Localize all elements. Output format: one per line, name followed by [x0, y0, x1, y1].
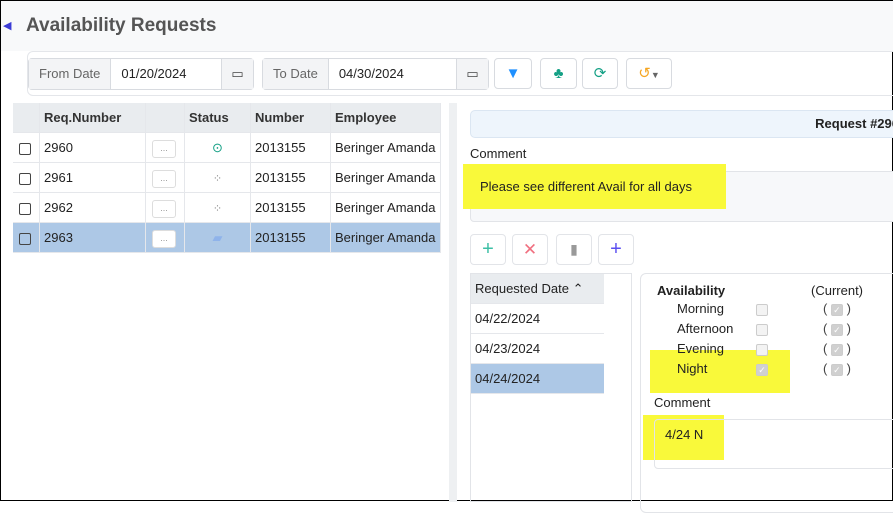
status-pending-icon: ⁘ [185, 193, 251, 222]
availability-label: Availability [657, 283, 726, 298]
add-date-button[interactable]: + [470, 234, 506, 265]
employee-name: Beringer Amanda [331, 133, 441, 162]
details-button[interactable]: ... [152, 229, 176, 248]
status-new-icon: ▰ [185, 223, 251, 252]
table-row[interactable]: 2963 ... ▰ 2013155 Beringer Amanda [13, 223, 441, 253]
shift-label: Morning [677, 301, 724, 316]
to-date-input[interactable]: 04/30/2024 [329, 59, 456, 89]
day-comment-text: 4/24 N [665, 427, 704, 442]
to-date-label: To Date [263, 59, 329, 89]
sort-up-icon: ⌃ [572, 281, 584, 296]
current-label: (Current) [811, 283, 864, 298]
excel-file-icon: ▮ [570, 241, 578, 257]
requests-grid: Req.Number Status Number Employee 2960 .… [13, 103, 441, 253]
caret-down-icon: ▼ [650, 70, 660, 80]
export-excel-button[interactable]: ▮ [556, 234, 592, 265]
availability-panel: Availability (Current) Morning ( ✓ ) Afte… [640, 273, 893, 513]
plus-icon: + [482, 238, 494, 260]
req-number: 2962 [40, 193, 146, 222]
req-number: 2963 [40, 223, 146, 252]
employee-name: Beringer Amanda [331, 193, 441, 222]
check-icon: ✓ [830, 323, 843, 336]
current-evening-indicator: ( ✓ ) [823, 341, 851, 356]
splitter[interactable] [449, 103, 457, 502]
details-button[interactable]: ... [152, 169, 176, 188]
filter-icon: ▼ [505, 65, 521, 82]
request-title: Request #296 [470, 110, 893, 138]
details-button[interactable]: ... [152, 139, 176, 158]
cubes-icon: ♣ [553, 65, 564, 82]
from-date-input[interactable]: 01/20/2024 [111, 59, 221, 89]
row-checkbox[interactable] [19, 202, 31, 215]
employee-number: 2013155 [251, 133, 331, 162]
shift-label: Night [677, 361, 708, 376]
highlight [650, 350, 790, 393]
refresh-button[interactable]: ⟳ [582, 58, 618, 89]
to-date-group: To Date 04/30/2024 ▭ [262, 58, 489, 90]
check-icon: ✓ [830, 303, 843, 316]
col-status[interactable]: Status [185, 103, 251, 132]
employee-number: 2013155 [251, 223, 331, 252]
shift-label: Evening [677, 341, 724, 356]
req-number: 2960 [40, 133, 146, 162]
details-button[interactable]: ... [152, 199, 176, 218]
calendar-icon[interactable]: ▭ [456, 59, 488, 89]
filter-button[interactable]: ▼ [494, 58, 532, 89]
req-number: 2961 [40, 163, 146, 192]
refresh-icon: ⟳ [593, 65, 607, 82]
history-icon: ↺ [638, 65, 651, 82]
history-button[interactable]: ↺▼ [626, 58, 672, 89]
current-morning-indicator: ( ✓ ) [823, 301, 851, 316]
delete-button[interactable]: ✕ [512, 234, 548, 265]
comment-text: Please see different Avail for all days [480, 179, 692, 194]
col-req-number[interactable]: Req.Number [40, 103, 146, 132]
day-comment-label: Comment [654, 395, 711, 410]
employee-name: Beringer Amanda [331, 163, 441, 192]
collapse-icon[interactable]: ◀ [3, 19, 11, 32]
employee-number: 2013155 [251, 163, 331, 192]
dates-header[interactable]: Requested Date ⌃ [471, 274, 604, 304]
col-employee[interactable]: Employee [331, 103, 441, 132]
status-pending-icon: ⁘ [185, 163, 251, 192]
status-approved-icon: ⊙ [185, 133, 251, 162]
shift-afternoon-checkbox[interactable] [756, 324, 768, 336]
shift-evening-checkbox[interactable] [756, 344, 768, 356]
date-row[interactable]: 04/23/2024 [471, 334, 604, 364]
dates-grid: Requested Date ⌃ 04/22/2024 04/23/2024 04/… [470, 273, 632, 502]
employee-number: 2013155 [251, 193, 331, 222]
add-button[interactable]: + [598, 234, 634, 265]
current-afternoon-indicator: ( ✓ ) [823, 321, 851, 336]
from-date-label: From Date [29, 59, 112, 89]
row-checkbox[interactable] [19, 142, 31, 155]
check-icon: ✓ [830, 363, 843, 376]
date-row[interactable]: 04/24/2024 [471, 364, 604, 394]
row-checkbox[interactable] [19, 172, 31, 185]
group-button[interactable]: ♣ [540, 58, 577, 89]
check-icon: ✓ [830, 343, 843, 356]
date-row[interactable]: 04/22/2024 [471, 304, 604, 334]
shift-label: Afternoon [677, 321, 734, 336]
table-row[interactable]: 2960 ... ⊙ 2013155 Beringer Amanda [13, 133, 441, 163]
col-number[interactable]: Number [251, 103, 331, 132]
current-night-indicator: ( ✓ ) [823, 361, 851, 376]
table-row[interactable]: 2962 ... ⁘ 2013155 Beringer Amanda [13, 193, 441, 223]
shift-night-checkbox[interactable]: ✓ [756, 364, 768, 376]
shift-morning-checkbox[interactable] [756, 304, 768, 316]
table-row[interactable]: 2961 ... ⁘ 2013155 Beringer Amanda [13, 163, 441, 193]
page-title: Availability Requests [26, 15, 217, 36]
calendar-icon[interactable]: ▭ [221, 59, 253, 89]
comment-label: Comment [470, 146, 527, 161]
row-checkbox[interactable] [19, 232, 31, 245]
from-date-group: From Date 01/20/2024 ▭ [28, 58, 254, 90]
plus-icon: + [610, 238, 622, 260]
grid-header: Req.Number Status Number Employee [13, 103, 441, 133]
employee-name: Beringer Amanda [331, 223, 441, 252]
close-icon: ✕ [522, 240, 538, 259]
